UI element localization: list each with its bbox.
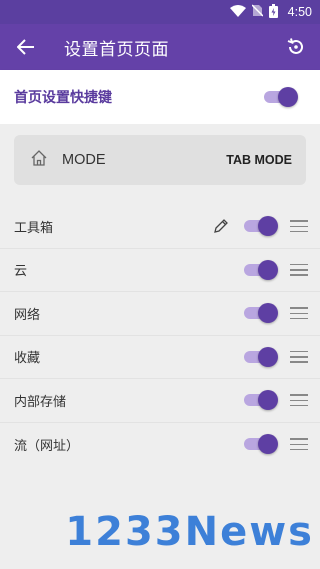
toggle-switch[interactable] xyxy=(244,434,278,455)
content-area: MODE TAB MODE 工具箱 云 网络 收藏 内部存储 流（网址） 123… xyxy=(0,124,320,569)
list-item[interactable]: 工具箱 xyxy=(0,205,320,249)
drag-handle-icon[interactable] xyxy=(290,263,308,277)
home-icon xyxy=(30,149,48,171)
toggle-switch[interactable] xyxy=(244,346,278,367)
list-item-label: 云 xyxy=(14,264,28,280)
battery-icon xyxy=(268,3,278,21)
app-bar: 设置首页页面 xyxy=(0,24,320,70)
master-toggle-label: 首页设置快捷键 xyxy=(14,90,112,106)
drag-handle-icon[interactable] xyxy=(290,437,308,451)
tab-mode-button[interactable]: TAB MODE xyxy=(226,153,292,167)
drag-handle-icon[interactable] xyxy=(290,306,308,320)
list-item[interactable]: 网络 xyxy=(0,292,320,336)
status-time: 4:50 xyxy=(287,5,312,19)
mode-card[interactable]: MODE TAB MODE xyxy=(14,135,306,185)
list-item-label: 收藏 xyxy=(14,351,41,367)
list-item-label: 内部存储 xyxy=(14,394,67,410)
list-item[interactable]: 云 xyxy=(0,249,320,292)
list-item-label: 工具箱 xyxy=(14,220,54,236)
list-item[interactable]: 流（网址） xyxy=(0,423,320,467)
toggle-switch[interactable] xyxy=(244,216,278,237)
list-item[interactable]: 收藏 xyxy=(0,336,320,379)
watermark: 1233News xyxy=(65,509,314,555)
drag-handle-icon[interactable] xyxy=(290,219,308,233)
list-item[interactable]: 内部存储 xyxy=(0,379,320,423)
master-toggle-row[interactable]: 首页设置快捷键 xyxy=(0,70,320,124)
toggle-switch[interactable] xyxy=(244,259,278,280)
mode-label: MODE xyxy=(62,152,106,168)
list-item-label: 流（网址） xyxy=(14,438,80,454)
toggle-switch[interactable] xyxy=(244,390,278,411)
shortcut-list: 工具箱 云 网络 收藏 内部存储 流（网址） xyxy=(0,205,320,466)
pencil-icon[interactable] xyxy=(210,215,232,237)
restore-icon[interactable] xyxy=(272,24,320,70)
status-bar: 4:50 xyxy=(0,0,320,24)
page-title: 设置首页页面 xyxy=(64,39,169,60)
wifi-icon xyxy=(229,4,246,20)
drag-handle-icon[interactable] xyxy=(290,350,308,364)
no-sim-icon xyxy=(251,4,264,20)
list-item-label: 网络 xyxy=(14,307,41,323)
toggle-switch[interactable] xyxy=(244,303,278,324)
drag-handle-icon[interactable] xyxy=(290,393,308,407)
master-toggle-switch[interactable] xyxy=(264,87,298,107)
arrow-back-icon[interactable] xyxy=(0,24,52,70)
